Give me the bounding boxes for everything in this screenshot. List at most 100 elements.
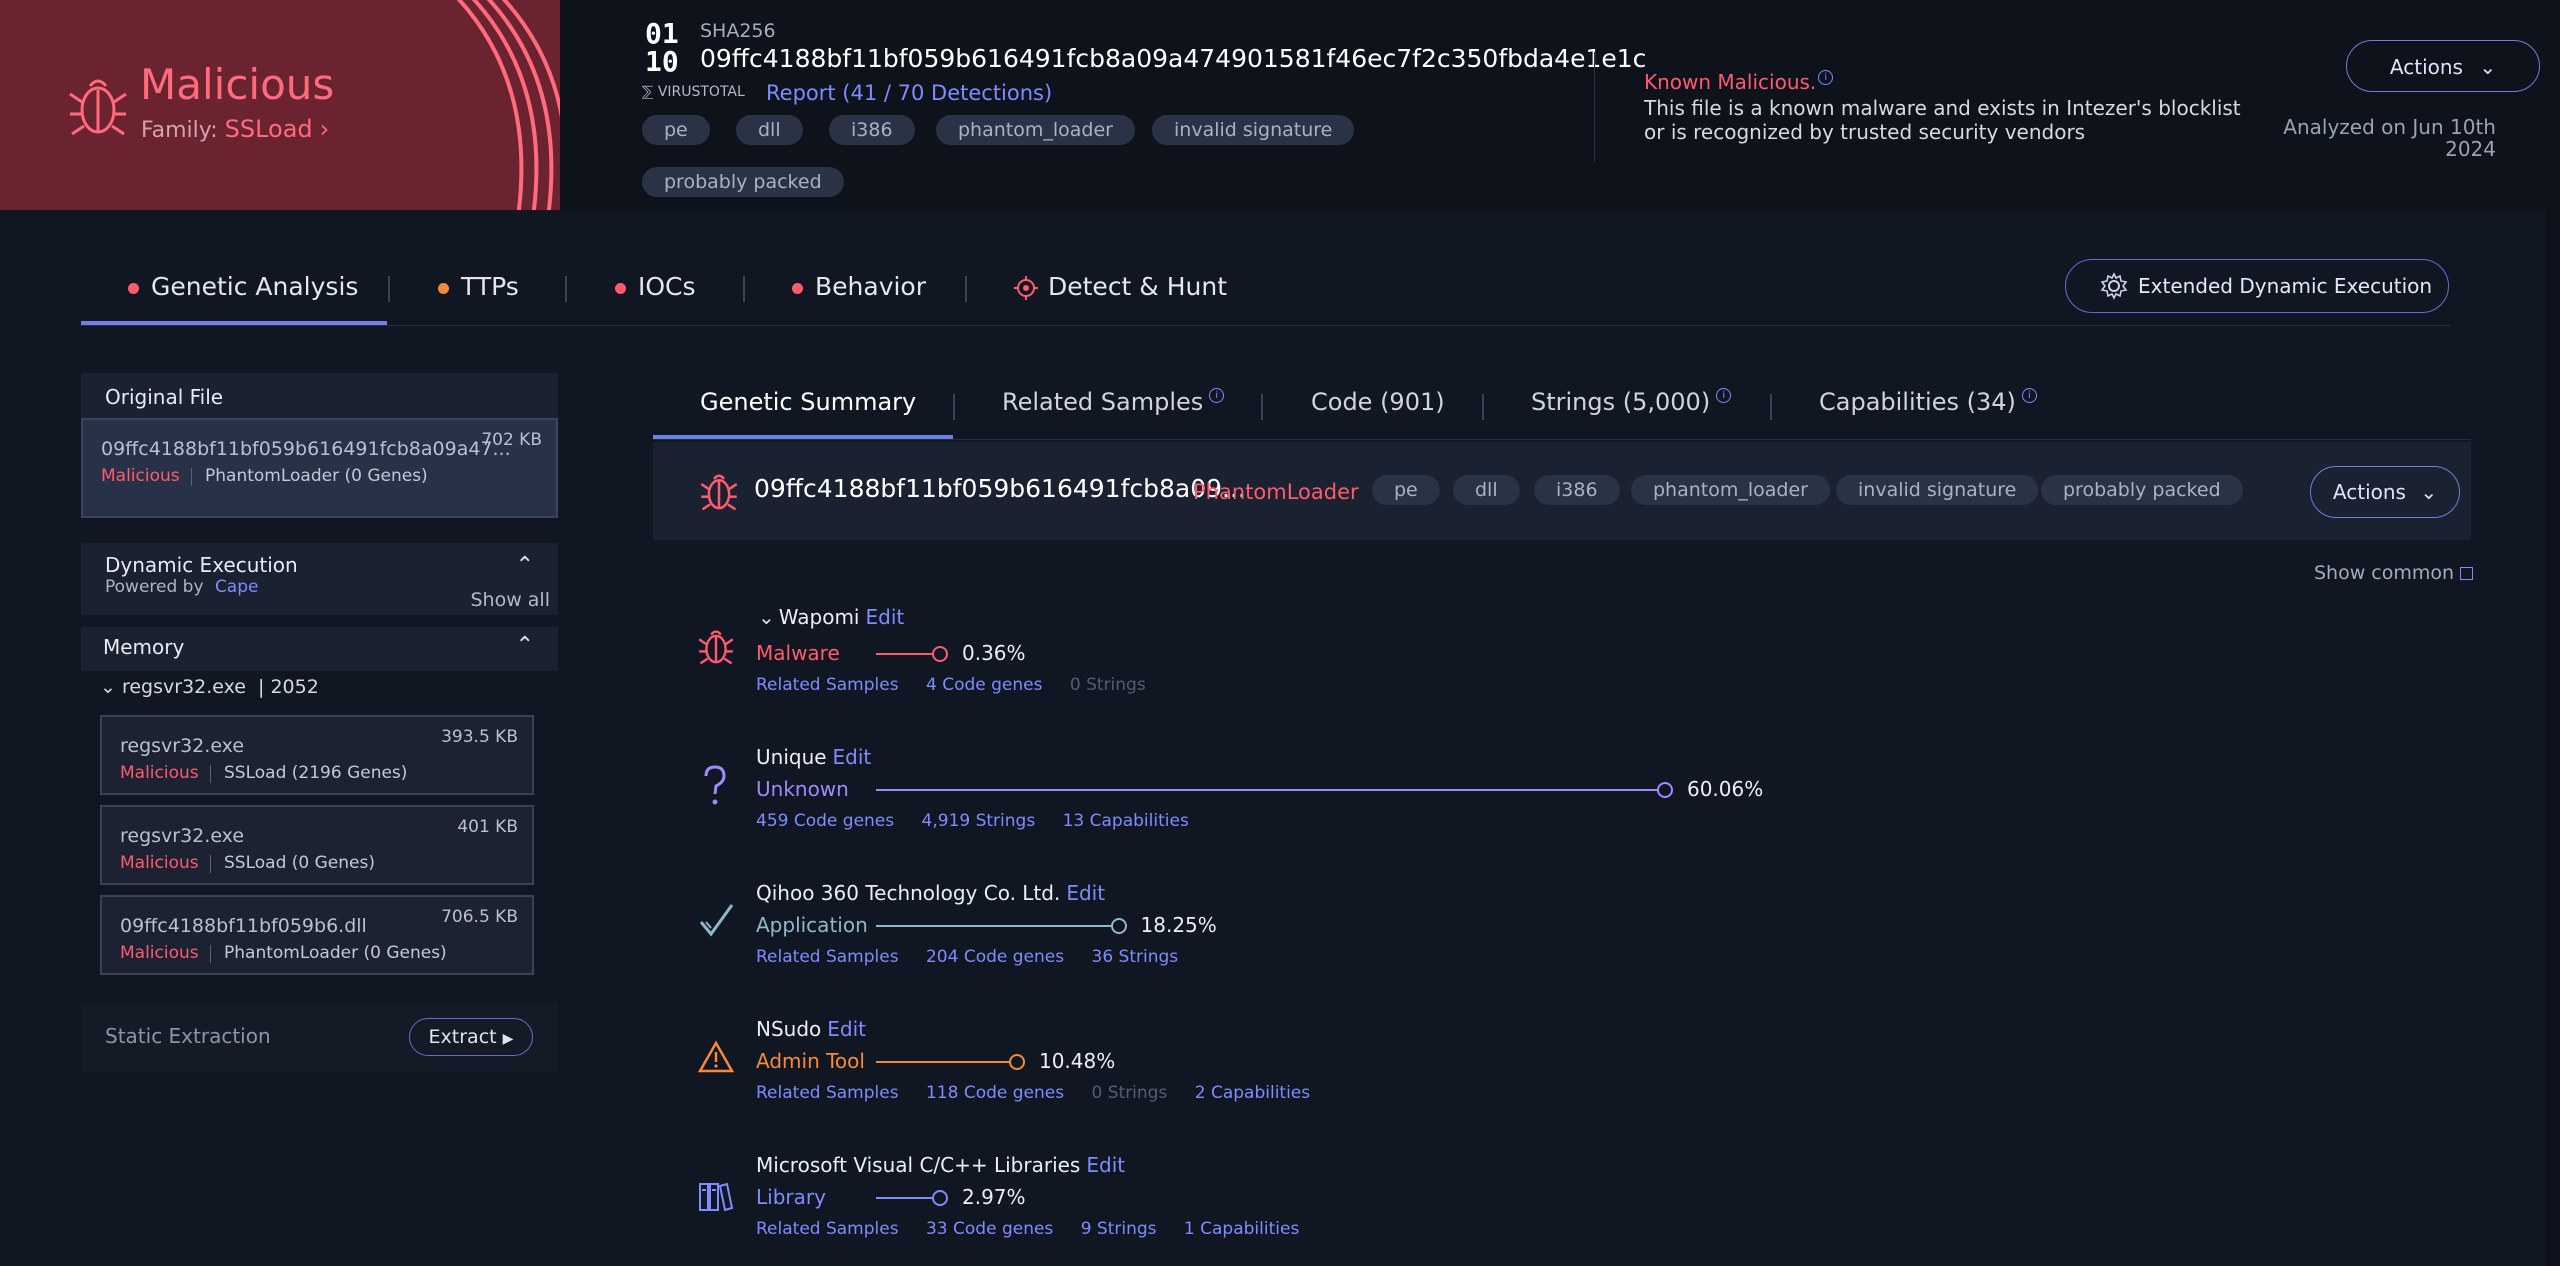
tag[interactable]: invalid signature: [1152, 115, 1355, 145]
tag[interactable]: dll: [736, 115, 803, 145]
tab-separator: [1770, 394, 1772, 420]
tab-ttps[interactable]: TTPs: [438, 272, 519, 301]
gene-name[interactable]: ⌄ Wapomi Edit: [758, 605, 904, 629]
gene-type: Application: [756, 913, 868, 937]
extract-button[interactable]: Extract ▶: [409, 1018, 533, 1056]
edit-link[interactable]: Edit: [1066, 881, 1105, 905]
virustotal-report-link[interactable]: Report (41 / 70 Detections): [766, 81, 1052, 105]
subtab-code[interactable]: Code (901): [1311, 388, 1445, 416]
divider: [210, 945, 211, 963]
gene-type: Unknown: [756, 777, 849, 801]
gene-links: Related Samples 4 Code genes 0 Strings: [756, 675, 1168, 695]
gene-link[interactable]: Related Samples: [756, 947, 899, 967]
memory-section-header[interactable]: Memory ⌃: [81, 627, 558, 671]
gene-link[interactable]: 1 Capabilities: [1184, 1219, 1299, 1239]
provider-link[interactable]: Cape: [215, 577, 259, 597]
gene-link[interactable]: 2 Capabilities: [1195, 1083, 1310, 1103]
subtab-capabilities[interactable]: Capabilities (34) i: [1819, 388, 2037, 416]
edit-link[interactable]: Edit: [866, 605, 905, 629]
gene-bar-line: [876, 1197, 936, 1199]
memory-file-card[interactable]: regsvr32.exe 393.5 KB Malicious SSLoad (…: [100, 715, 534, 795]
tag[interactable]: i386: [1534, 475, 1620, 505]
family-label: Family:: [141, 118, 218, 143]
gene-link[interactable]: 36 Strings: [1092, 947, 1179, 967]
gene-link[interactable]: 13 Capabilities: [1063, 811, 1189, 831]
gene-link[interactable]: 459 Code genes: [756, 811, 894, 831]
info-icon[interactable]: i: [1818, 70, 1834, 85]
tag[interactable]: dll: [1453, 475, 1520, 505]
gene-link[interactable]: Related Samples: [756, 675, 899, 695]
subtab-genetic-summary[interactable]: Genetic Summary: [700, 388, 916, 416]
edit-link[interactable]: Edit: [827, 1017, 866, 1041]
chevron-down-icon: ⌄: [100, 676, 116, 698]
gene-name[interactable]: Qihoo 360 Technology Co. Ltd. Edit: [756, 881, 1105, 905]
tag[interactable]: pe: [1372, 475, 1440, 505]
file-name: 09ffc4188bf11bf059b6.dll: [120, 915, 367, 937]
gene-link[interactable]: Related Samples: [756, 1083, 899, 1103]
tab-detect-hunt[interactable]: Detect & Hunt: [1014, 272, 1227, 301]
checkbox[interactable]: [2460, 567, 2474, 580]
file-status: Malicious: [120, 763, 199, 783]
show-common-toggle[interactable]: Show common: [2314, 562, 2474, 584]
chevron-right-icon: ›: [319, 115, 330, 143]
sample-family[interactable]: PhantomLoader: [1193, 480, 1359, 504]
warning-icon: [698, 1040, 734, 1073]
actions-label: Actions: [2389, 55, 2463, 79]
gene-link[interactable]: Related Samples: [756, 1219, 899, 1239]
gene-percent: 18.25%: [1140, 913, 1217, 937]
file-hash[interactable]: 09ffc4188bf11bf059b616491fcb8a09a4749015…: [700, 44, 1646, 73]
tab-genetic-analysis[interactable]: Genetic Analysis: [128, 272, 358, 301]
info-icon[interactable]: i: [1716, 388, 1732, 403]
tag[interactable]: invalid signature: [1836, 475, 2039, 505]
actions-label: Actions: [2332, 480, 2406, 504]
gene-name[interactable]: Microsoft Visual C/C++ Libraries Edit: [756, 1153, 1125, 1177]
gene-bar-knob: [1656, 782, 1673, 798]
pid-separator: |: [258, 676, 265, 698]
tag[interactable]: probably packed: [642, 167, 844, 197]
tag[interactable]: probably packed: [2041, 475, 2243, 505]
info-icon[interactable]: i: [1209, 388, 1225, 403]
gene-links: Related Samples 204 Code genes 36 String…: [756, 947, 1200, 967]
question-icon: [704, 765, 726, 805]
family-link[interactable]: Family: SSLoad ›: [141, 115, 329, 143]
gene-links: Related Samples 118 Code genes 0 Strings…: [756, 1083, 1332, 1103]
subtab-strings[interactable]: Strings (5,000) i: [1531, 388, 1732, 416]
file-family: SSLoad (2196 Genes): [224, 763, 408, 783]
file-name: regsvr32.exe: [120, 735, 245, 757]
gene-name[interactable]: Unique Edit: [756, 745, 871, 769]
gene-link[interactable]: 118 Code genes: [926, 1083, 1064, 1103]
gear-icon: [2100, 272, 2128, 300]
sample-actions-button[interactable]: Actions ⌄: [2310, 466, 2460, 518]
edit-link[interactable]: Edit: [833, 745, 872, 769]
tag[interactable]: phantom_loader: [936, 115, 1135, 145]
gene-link[interactable]: 9 Strings: [1081, 1219, 1157, 1239]
header-actions-button[interactable]: Actions ⌄: [2346, 40, 2540, 92]
chevron-up-icon[interactable]: ⌃: [516, 633, 534, 658]
scrollbar-track[interactable]: [2546, 0, 2560, 1266]
gene-link[interactable]: 33 Code genes: [926, 1219, 1053, 1239]
memory-file-card[interactable]: 09ffc4188bf11bf059b6.dll 706.5 KB Malici…: [100, 895, 534, 975]
tab-behavior[interactable]: Behavior: [792, 272, 926, 301]
memory-file-card[interactable]: regsvr32.exe 401 KB Malicious SSLoad (0 …: [100, 805, 534, 885]
bug-icon: [700, 474, 738, 511]
tag[interactable]: pe: [642, 115, 710, 145]
gene-name-text: Unique: [756, 745, 827, 769]
tag[interactable]: phantom_loader: [1631, 475, 1830, 505]
tab-iocs[interactable]: IOCs: [615, 272, 696, 301]
gene-link[interactable]: 204 Code genes: [926, 947, 1064, 967]
extended-dynamic-execution-button[interactable]: Extended Dynamic Execution: [2065, 259, 2449, 313]
tab-separator: [743, 276, 745, 302]
status-dot: [128, 282, 139, 294]
show-all-link[interactable]: Show all: [470, 589, 550, 611]
binary-icon: 01 10: [645, 17, 679, 78]
edit-link[interactable]: Edit: [1086, 1153, 1125, 1177]
chevron-up-icon[interactable]: ⌃: [516, 553, 534, 578]
tag[interactable]: i386: [829, 115, 915, 145]
gene-link[interactable]: 4 Code genes: [926, 675, 1043, 695]
memory-process[interactable]: ⌄ regsvr32.exe | 2052: [100, 676, 319, 698]
info-icon[interactable]: i: [2021, 388, 2037, 403]
gene-link[interactable]: 4,919 Strings: [922, 811, 1036, 831]
subtab-related-samples[interactable]: Related Samples i: [1002, 388, 1225, 416]
original-file-card[interactable]: 09ffc4188bf11bf059b616491fcb8a09a47... 7…: [81, 418, 558, 518]
gene-name[interactable]: NSudo Edit: [756, 1017, 866, 1041]
